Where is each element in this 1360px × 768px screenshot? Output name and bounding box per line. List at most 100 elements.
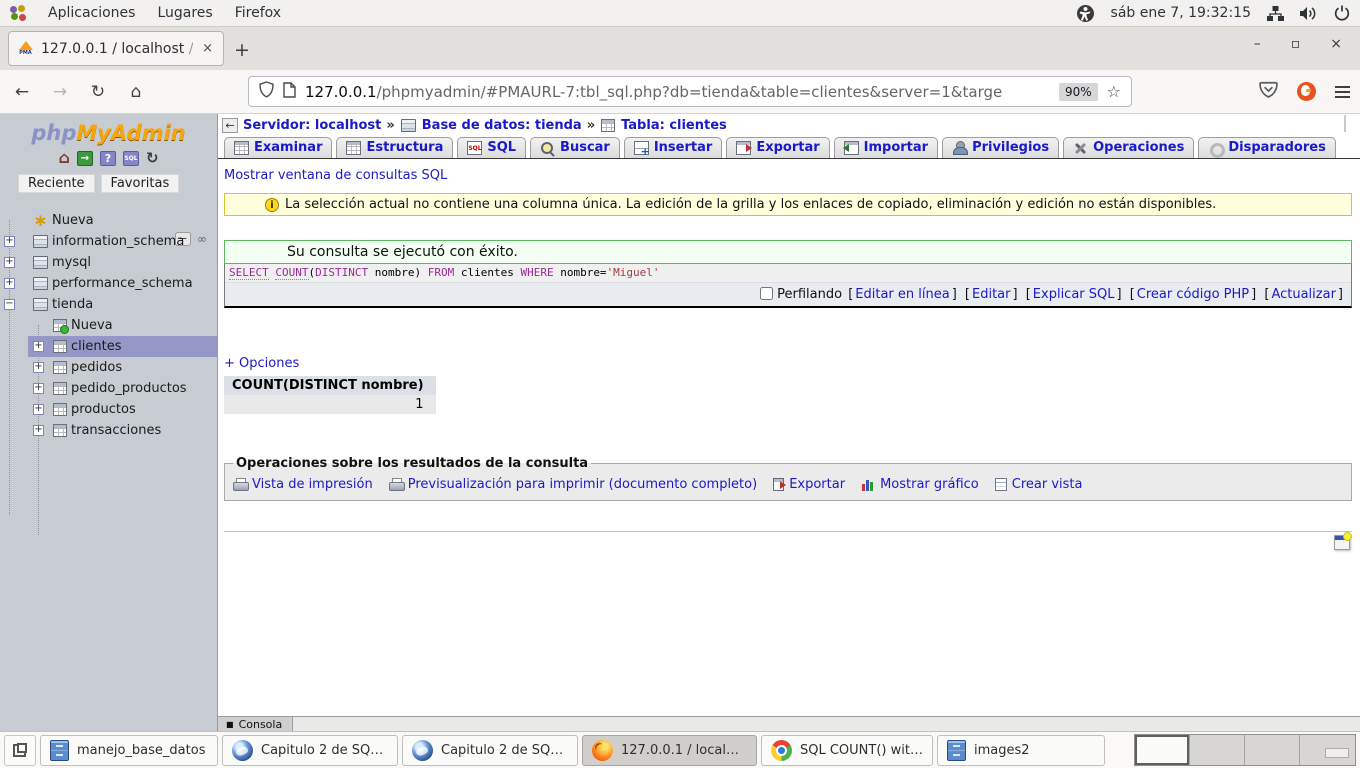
task-images2[interactable]: images2	[937, 735, 1105, 766]
profiling-checkbox[interactable]	[760, 287, 773, 300]
tab-exportar[interactable]: Exportar	[726, 137, 829, 158]
tab-estructura[interactable]: Estructura	[336, 137, 453, 158]
tree-item-pedido-productos[interactable]: + pedido_productos	[0, 378, 217, 399]
power-icon[interactable]	[1334, 5, 1350, 21]
phpmyadmin-favicon: PMA	[17, 41, 34, 57]
forward-button[interactable]: →	[48, 82, 72, 102]
expand-icon[interactable]: +	[4, 257, 15, 268]
bookmark-star-icon[interactable]: ☆	[1107, 82, 1121, 101]
task-firefox-localhost[interactable]: 127.0.0.1 / localhost...	[582, 735, 757, 766]
task-capitulo2-pdf-1[interactable]: Capitulo 2 de SQL c...	[222, 735, 398, 766]
collapse-icon[interactable]: −	[4, 299, 15, 310]
expand-icon[interactable]: +	[33, 362, 44, 373]
workspace-3[interactable]	[1245, 735, 1300, 765]
logout-icon[interactable]: →	[77, 151, 93, 166]
task-capitulo2-pdf-2[interactable]: Capitulo 2 de SQL c...	[402, 735, 578, 766]
tree-item-mysql[interactable]: + mysql	[0, 252, 217, 273]
tab-close-icon[interactable]: ×	[200, 41, 215, 56]
expand-icon[interactable]: +	[4, 236, 15, 247]
hide-panel-button[interactable]: ←	[222, 118, 238, 133]
create-view-link[interactable]: Crear vista	[995, 477, 1083, 492]
tree-item-clientes[interactable]: + clientes	[28, 336, 217, 357]
tree-item-information-schema[interactable]: + information_schema	[0, 231, 217, 252]
window-close-button[interactable]: ×	[1330, 36, 1342, 52]
console-toggle[interactable]: ■ Consola	[218, 717, 293, 731]
tree-item-tienda[interactable]: − tienda	[0, 294, 217, 315]
clock[interactable]: sáb ene 7, 19:32:15	[1111, 5, 1251, 21]
edit-link[interactable]: Editar	[972, 287, 1011, 302]
breadcrumb-table[interactable]: Tabla: clientes	[621, 118, 727, 133]
tab-operaciones[interactable]: Operaciones	[1063, 137, 1194, 158]
tab-examinar[interactable]: Examinar	[224, 137, 332, 158]
show-sql-window-link[interactable]: Mostrar ventana de consultas SQL	[224, 168, 447, 183]
menu-aplicaciones[interactable]: Aplicaciones	[48, 5, 135, 21]
expand-icon[interactable]: +	[4, 278, 15, 289]
menu-firefox[interactable]: Firefox	[235, 5, 281, 21]
tab-buscar[interactable]: Buscar	[530, 137, 620, 158]
create-php-code-link[interactable]: Crear código PHP	[1137, 287, 1249, 302]
workspace-4[interactable]	[1300, 735, 1355, 765]
print-preview-link[interactable]: Previsualización para imprimir (document…	[389, 477, 757, 492]
window-minimize-button[interactable]: –	[1254, 36, 1261, 52]
print-view-link[interactable]: Vista de impresión	[233, 477, 373, 492]
network-icon[interactable]	[1267, 6, 1284, 21]
menu-lugares[interactable]: Lugares	[157, 5, 212, 21]
tree-item-transacciones[interactable]: + transacciones	[0, 420, 217, 441]
tree-item-performance-schema[interactable]: + performance_schema	[0, 273, 217, 294]
tab-importar[interactable]: Importar	[834, 137, 938, 158]
breadcrumb-server[interactable]: Servidor: localhost	[243, 118, 381, 133]
tree-item-new-database[interactable]: ∗ Nueva	[0, 210, 217, 231]
refresh-icon[interactable]: ↻	[146, 149, 159, 167]
expand-icon[interactable]: +	[33, 341, 44, 352]
help-icon[interactable]: ?	[100, 151, 116, 166]
zoom-level-badge[interactable]: 90%	[1059, 83, 1098, 101]
tab-disparadores[interactable]: Disparadores	[1198, 137, 1335, 158]
home-button[interactable]: ⌂	[124, 82, 148, 102]
new-tab-button[interactable]: +	[234, 39, 250, 61]
menu-hamburger-icon[interactable]	[1335, 86, 1350, 98]
tab-insertar[interactable]: Insertar	[624, 137, 722, 158]
tree-item-productos[interactable]: + productos	[0, 399, 217, 420]
show-chart-link[interactable]: Mostrar gráfico	[861, 477, 979, 492]
duckduckgo-extension-icon[interactable]	[1297, 82, 1316, 101]
tab-sql[interactable]: SQLSQL	[457, 137, 526, 158]
refresh-link[interactable]: Actualizar	[1271, 287, 1335, 302]
breadcrumb-database[interactable]: Base de datos: tienda	[422, 118, 582, 133]
tab-privilegios[interactable]: Privilegios	[942, 137, 1059, 158]
workspace-1[interactable]	[1135, 735, 1190, 765]
page-info-icon[interactable]	[283, 82, 296, 102]
home-icon[interactable]: ⌂	[58, 150, 69, 166]
operations-legend: Operaciones sobre los resultados de la c…	[233, 456, 591, 471]
back-button[interactable]: ←	[10, 82, 34, 102]
explain-sql-link[interactable]: Explicar SQL	[1033, 287, 1115, 302]
tree-item-pedidos[interactable]: + pedidos	[0, 357, 217, 378]
show-desktop-button[interactable]	[4, 735, 36, 766]
favorites-dropdown[interactable]: Favoritas	[101, 174, 180, 193]
accessibility-icon[interactable]	[1076, 4, 1095, 23]
workspace-switcher	[1134, 734, 1356, 766]
expand-icon[interactable]: +	[33, 425, 44, 436]
options-toggle-link[interactable]: + Opciones	[224, 356, 299, 371]
window-maximize-button[interactable]: ▫	[1291, 36, 1301, 52]
pocket-icon[interactable]	[1259, 81, 1278, 103]
export-link[interactable]: Exportar	[773, 477, 845, 492]
url-bar[interactable]: 127.0.0.1/phpmyadmin/#PMAURL-7:tbl_sql.p…	[248, 76, 1132, 107]
workspace-2[interactable]	[1190, 735, 1245, 765]
sql-window-icon[interactable]: SQL	[123, 151, 139, 166]
task-manejo-base-datos[interactable]: manejo_base_datos	[40, 735, 218, 766]
reload-button[interactable]: ↻	[86, 82, 110, 102]
scroll-top-icon[interactable]	[1337, 117, 1353, 132]
browser-tab[interactable]: PMA 127.0.0.1 / localhost / ×	[8, 31, 224, 66]
tree-item-new-table[interactable]: Nueva	[0, 315, 217, 336]
volume-icon[interactable]	[1300, 6, 1318, 21]
expand-icon[interactable]: +	[33, 383, 44, 394]
shield-icon[interactable]	[259, 81, 274, 102]
expand-icon[interactable]: +	[33, 404, 44, 415]
printer-icon	[233, 478, 247, 491]
recent-dropdown[interactable]: Reciente	[18, 174, 95, 193]
open-new-window-icon[interactable]	[1334, 535, 1350, 550]
pdf-viewer-icon	[412, 740, 433, 761]
inline-edit-link[interactable]: Editar en línea	[855, 287, 949, 302]
phpmyadmin-logo[interactable]: phpMyAdmin	[0, 121, 217, 145]
task-chrome-sql-count[interactable]: SQL COUNT() with ...	[761, 735, 933, 766]
